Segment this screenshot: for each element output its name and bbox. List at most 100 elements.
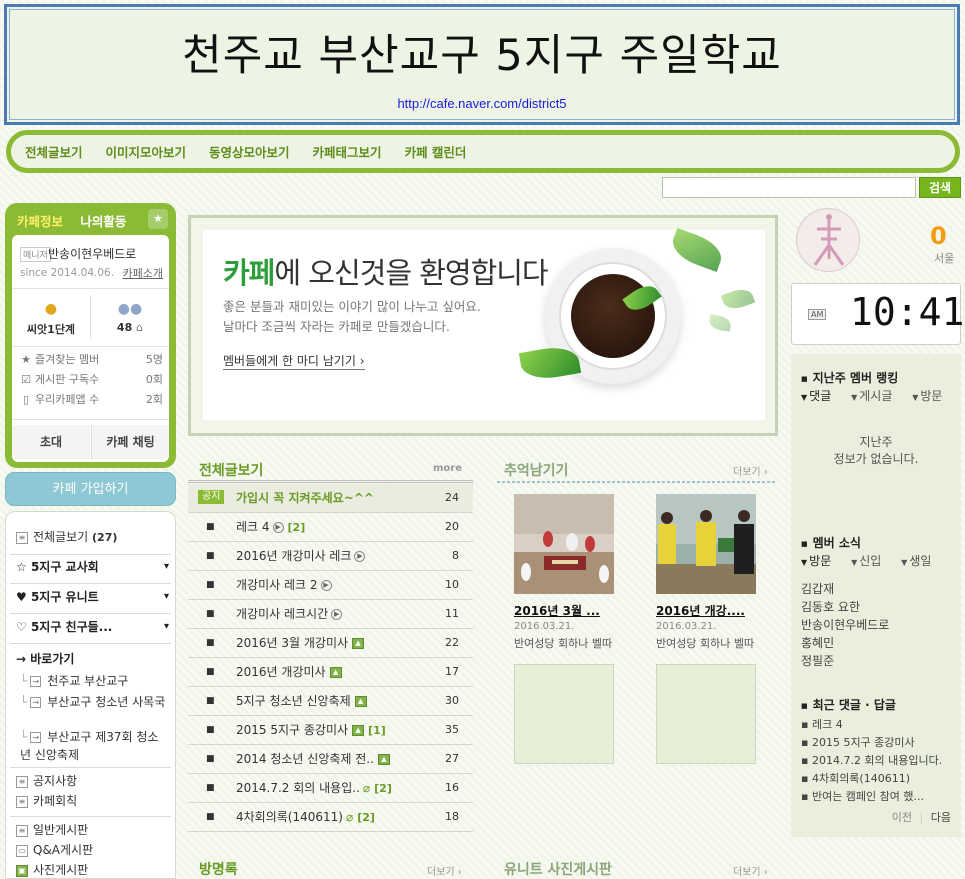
memory-author[interactable]: 반여성당 회하나 벨따: [656, 635, 754, 651]
cafe-rank[interactable]: ● 씨앗1단계: [12, 297, 90, 343]
article-title[interactable]: 5지구 청소년 신앙축제: [236, 694, 351, 708]
tab-cafe-info[interactable]: 카페정보: [17, 214, 63, 229]
recent-comment-item[interactable]: ▪ 2014.7.2 회의 내용입니다.: [801, 752, 942, 768]
leave-message-link[interactable]: 멤버들에게 한 마디 남기기 ›: [223, 352, 365, 370]
cafe-chat-button[interactable]: 카페 채팅: [91, 425, 169, 459]
article-title[interactable]: 2015 5지구 종강미사: [236, 723, 348, 737]
cafe-title[interactable]: 천주교 부산교구 5지구 주일학교: [7, 21, 957, 83]
menu-cafe-tags[interactable]: 카페태그보기: [313, 142, 382, 161]
next-link[interactable]: 다음: [931, 811, 951, 824]
board-subscription-row[interactable]: ☑ 게시판 구독수 0회: [20, 371, 163, 389]
group-teachers[interactable]: ☆ 5지구 교사회 ▾: [16, 558, 169, 576]
article-row[interactable]: ■ 4차회의록(140611) ⌀ [2] 18: [188, 803, 473, 832]
search-input[interactable]: [662, 177, 916, 198]
recent-comment-item[interactable]: ▪ 레크 4: [801, 716, 843, 732]
memory-caption[interactable]: 2016년 개강....: [656, 602, 745, 619]
search-button[interactable]: 검색: [919, 177, 961, 198]
memory-photo[interactable]: [514, 494, 614, 594]
all-posts-section-title[interactable]: 전체글보기: [199, 460, 263, 480]
menu-cafe-calendar[interactable]: 카페 캘린더: [405, 142, 467, 161]
comment-count[interactable]: [2]: [374, 782, 392, 795]
member-name[interactable]: 김갑재: [801, 580, 834, 597]
article-row[interactable]: ■ 2016년 3월 개강미사 ▲ 22: [188, 629, 473, 658]
article-row[interactable]: ■ 개강미사 레크 2 ▶ 10: [188, 571, 473, 600]
memories-section-title[interactable]: 추억남기기: [504, 460, 568, 480]
memory-photo[interactable]: [656, 494, 756, 594]
avatar[interactable]: [796, 208, 860, 272]
notice-row[interactable]: 공지 가입시 꼭 지켜주세요~^^ 24: [188, 484, 473, 513]
comment-count[interactable]: [1]: [368, 724, 386, 737]
invite-button[interactable]: 초대: [12, 425, 90, 459]
cafe-url-link[interactable]: http://cafe.naver.com/district5: [7, 96, 957, 111]
article-row[interactable]: ■ 레크 4 ▶ [2] 20: [188, 513, 473, 542]
tab-my-activity[interactable]: 나의활동: [80, 214, 126, 229]
shortcut-youth-festival[interactable]: └ → 부산교구 제37회 청소년 신앙축제: [20, 728, 169, 764]
article-title[interactable]: 2016년 개강미사 레크: [236, 549, 351, 563]
guestbook-section-title[interactable]: 방명록: [199, 859, 238, 879]
shortcut-label: 부산교구 청소년 사목국: [47, 695, 166, 709]
memory-author[interactable]: 반여성당 회하나 벨따: [514, 635, 612, 651]
left-menu-all-posts[interactable]: ≡ 전체글보기 (27): [16, 528, 171, 546]
article-title[interactable]: 2016년 개강미사: [236, 665, 326, 679]
prev-link[interactable]: 이전: [892, 811, 912, 824]
board-photos[interactable]: ▣ 사진게시판: [16, 861, 171, 879]
article-title[interactable]: 개강미사 레크 2: [236, 578, 318, 592]
memory-caption[interactable]: 2016년 3월 ...: [514, 602, 600, 619]
recent-comment-item[interactable]: ▪ 4차회의록(140611): [801, 770, 910, 786]
news-tab-birthday[interactable]: ▼ 생일: [901, 554, 939, 568]
article-title[interactable]: 2014.7.2 회의 내용입..: [236, 781, 360, 795]
ranking-tab-posts[interactable]: ▼ 게시글: [851, 389, 900, 403]
recent-comment-item[interactable]: ▪ 2015 5지구 종강미사: [801, 734, 915, 750]
favorite-members-row[interactable]: ★ 즐겨찾는 멤버 5명: [20, 351, 163, 369]
memories-more-link[interactable]: 더보기 ›: [733, 463, 768, 478]
member-name[interactable]: 김동호 요한: [801, 598, 860, 615]
member-count[interactable]: ●● 48 ⌂: [91, 297, 169, 343]
member-name[interactable]: 홍혜민: [801, 634, 834, 651]
article-title[interactable]: 개강미사 레크시간: [236, 607, 328, 621]
news-tab-new[interactable]: ▼ 신입: [851, 554, 889, 568]
news-tab-visits[interactable]: ▼ 방문: [801, 554, 839, 568]
manager-name[interactable]: 반송이현우베드로: [48, 245, 136, 262]
member-name[interactable]: 반송이현우베드로: [801, 616, 889, 633]
group-unit[interactable]: ♥ 5지구 유니트 ▾: [16, 588, 169, 606]
article-title[interactable]: 4차회의록(140611): [236, 810, 343, 824]
article-title[interactable]: 2014 청소년 신앙축제 전..: [236, 752, 374, 766]
recent-comment-item[interactable]: ▪ 반여는 캠페인 참여 했...: [801, 788, 924, 804]
member-name[interactable]: 정필준: [801, 652, 834, 669]
comment-count[interactable]: [2]: [288, 521, 306, 534]
board-qna[interactable]: ▭ Q&A게시판: [16, 841, 171, 859]
article-title-cell: 4차회의록(140611) ⌀ [2]: [236, 803, 375, 832]
board-icon: ≡: [16, 824, 28, 837]
comment-count[interactable]: [2]: [357, 811, 375, 824]
menu-image-gallery[interactable]: 이미지모아보기: [106, 142, 187, 161]
unit-photos-more-link[interactable]: 더보기 ›: [733, 863, 768, 878]
article-row[interactable]: ■ 2015 5지구 종강미사 ▲ [1] 35: [188, 716, 473, 745]
menu-all-posts[interactable]: 전체글보기: [25, 142, 83, 161]
cafe-intro-link[interactable]: 카페소개: [123, 265, 163, 281]
unit-photos-section-title[interactable]: 유니트 사진게시판: [504, 859, 612, 879]
shortcut-youth-ministry[interactable]: └ → 부산교구 청소년 사목국: [20, 693, 169, 711]
cafe-app-row[interactable]: ▯ 우리카페앱 수 2회: [20, 391, 163, 409]
all-posts-more-link[interactable]: more: [433, 463, 462, 474]
group-friends[interactable]: ♡ 5지구 친구들... ▾: [16, 618, 169, 636]
menu-video-gallery[interactable]: 동영상모아보기: [209, 142, 290, 161]
article-row[interactable]: ■ 2014.7.2 회의 내용입.. ⌀ [2] 16: [188, 774, 473, 803]
join-cafe-button[interactable]: 카페 가입하기: [5, 472, 176, 506]
board-general[interactable]: ≡ 일반게시판: [16, 821, 171, 839]
article-row[interactable]: ■ 2016년 개강미사 ▲ 17: [188, 658, 473, 687]
article-row[interactable]: ■ 개강미사 레크시간 ▶ 11: [188, 600, 473, 629]
shortcut-busan-diocese[interactable]: └ → 천주교 부산교구: [20, 672, 169, 690]
board-rules[interactable]: ≡ 카페회칙: [16, 792, 171, 810]
article-title[interactable]: 2016년 3월 개강미사: [236, 636, 348, 650]
article-row[interactable]: ■ 2016년 개강미사 레크 ▶ 8: [188, 542, 473, 571]
favorite-star-icon[interactable]: ★: [148, 209, 168, 229]
guestbook-more-link[interactable]: 더보기 ›: [427, 863, 462, 878]
ranking-tab-comments[interactable]: ▼ 댓글: [801, 389, 839, 403]
article-row[interactable]: ■ 2014 청소년 신앙축제 전.. ▲ 27: [188, 745, 473, 774]
article-row[interactable]: ■ 5지구 청소년 신앙축제 ▲ 30: [188, 687, 473, 716]
ranking-tab-visits[interactable]: ▼ 방문: [912, 389, 950, 403]
view-count: 16: [445, 781, 459, 794]
article-title[interactable]: 레크 4: [236, 520, 270, 534]
article-title-cell: 레크 4 ▶ [2]: [236, 513, 305, 542]
board-notice[interactable]: ≡ 공지사항: [16, 772, 171, 790]
